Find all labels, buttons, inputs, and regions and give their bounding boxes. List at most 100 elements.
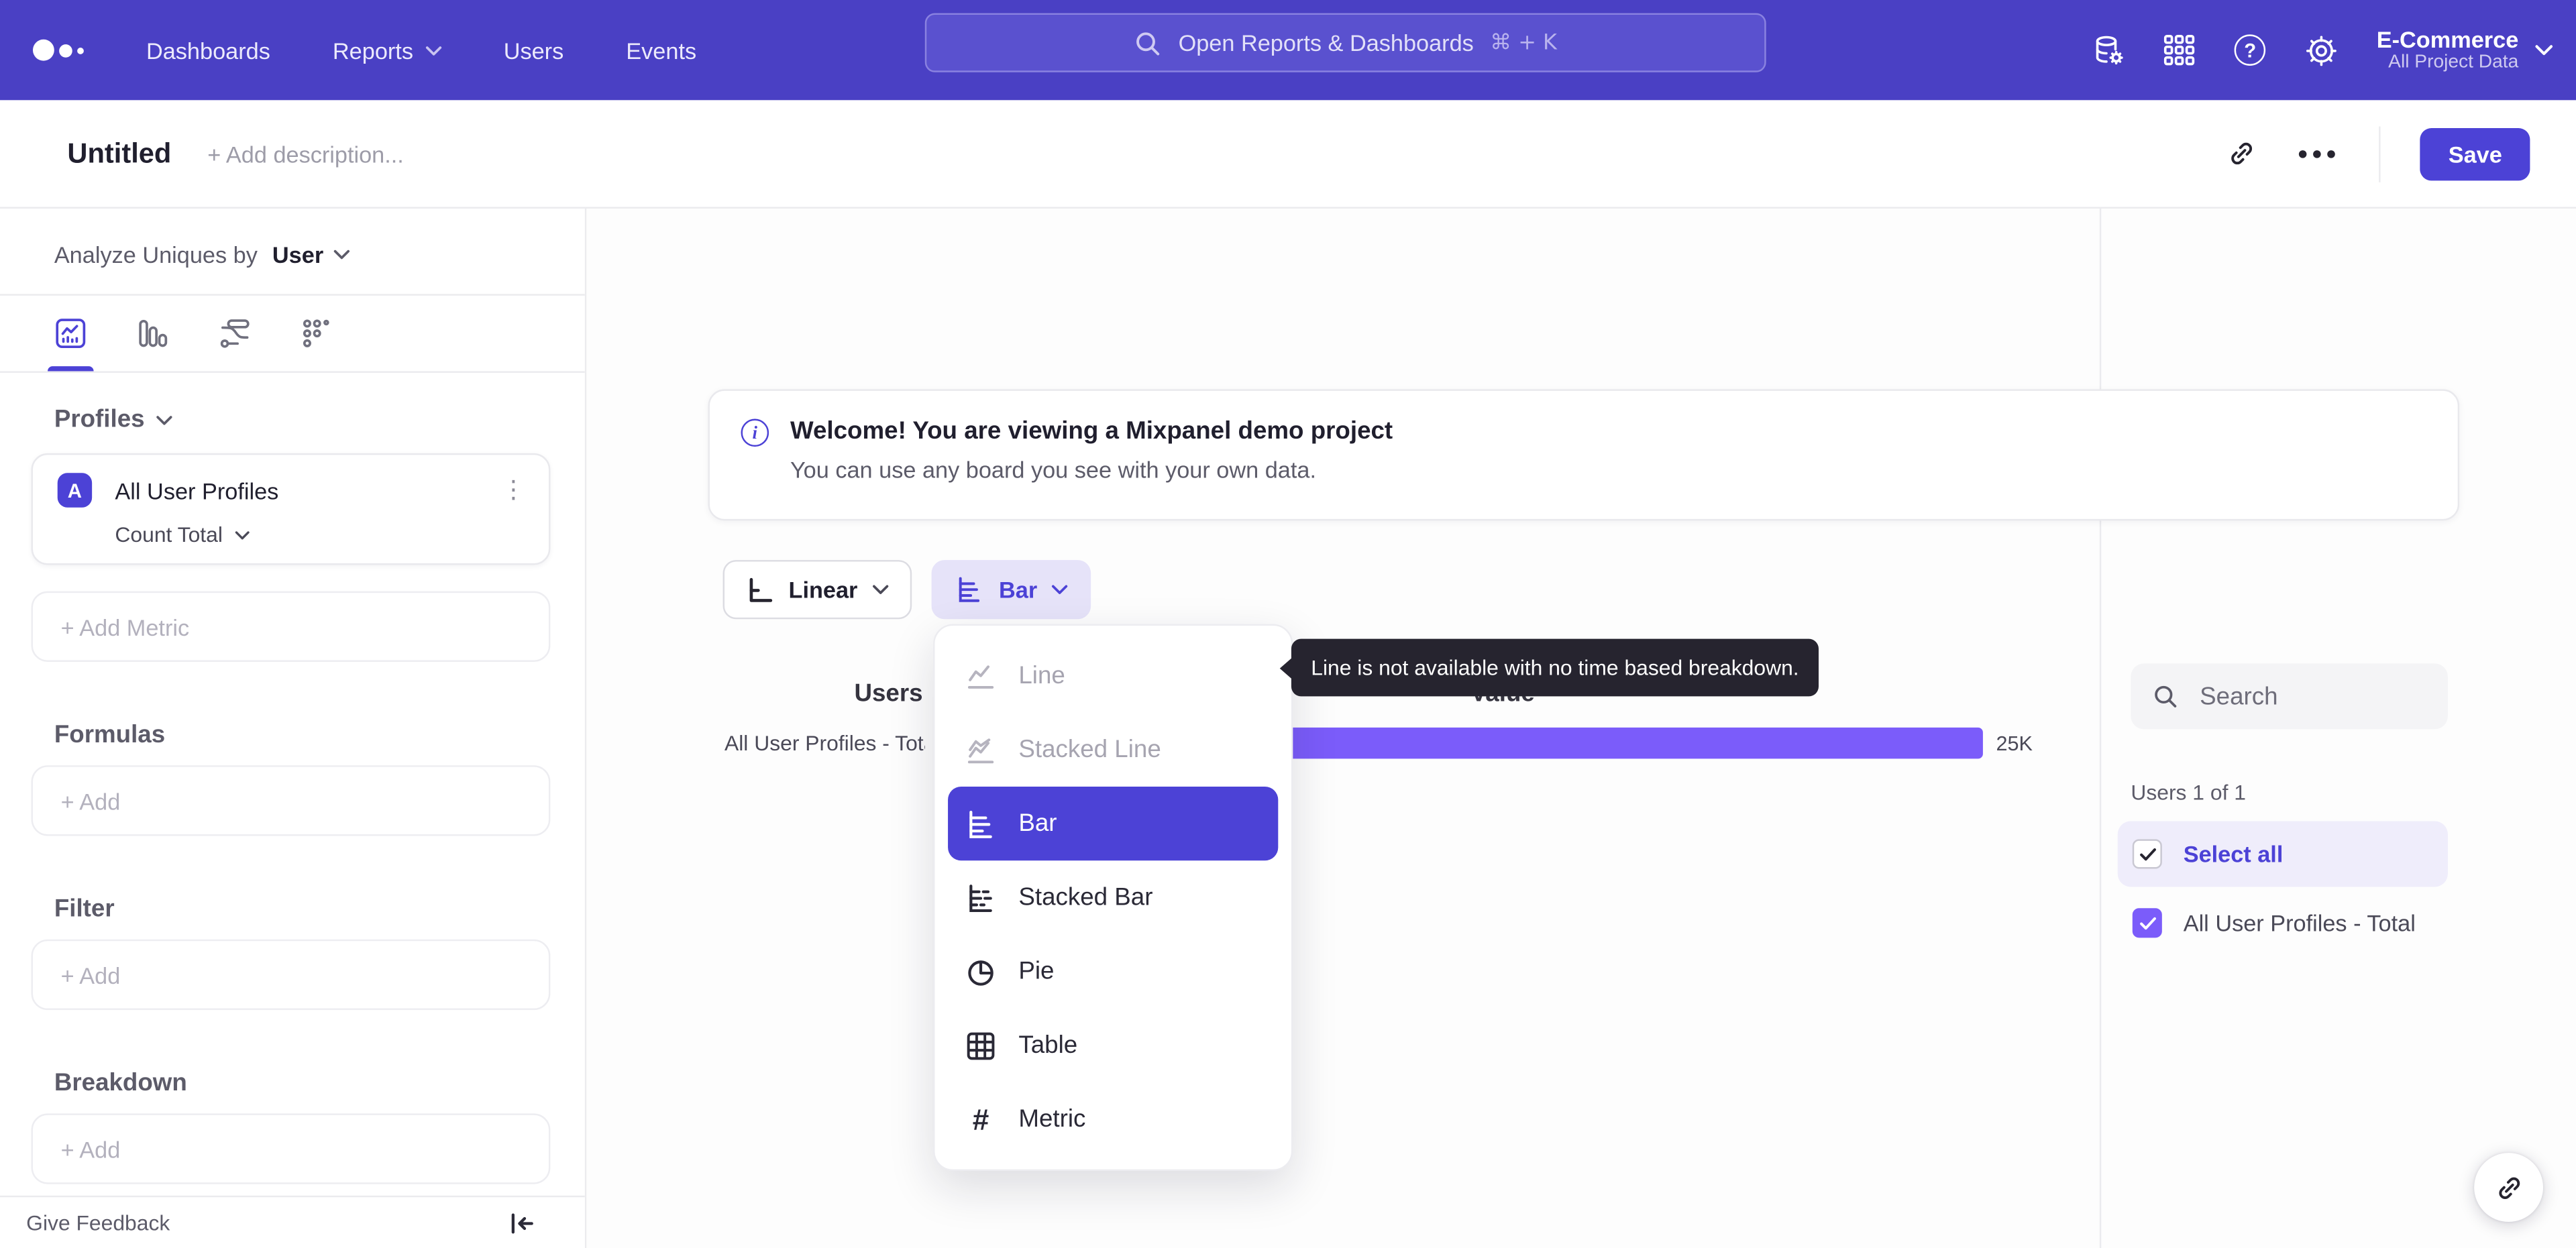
- question-mark-glyph: ?: [2234, 34, 2266, 66]
- add-filter-button[interactable]: + Add: [31, 939, 551, 1011]
- search-shortcut: ⌘ + K: [1490, 30, 1557, 56]
- profiles-section-header[interactable]: Profiles: [54, 406, 585, 434]
- analyze-prefix-label: Analyze Uniques by: [54, 241, 258, 268]
- copy-url-floating-button[interactable]: [2474, 1153, 2544, 1223]
- series-checkbox[interactable]: [2132, 908, 2162, 938]
- collapse-sidebar-icon[interactable]: [509, 1211, 535, 1234]
- analyze-value-dropdown[interactable]: User: [272, 241, 323, 268]
- more-options-button[interactable]: ●●●: [2298, 144, 2341, 163]
- formulas-heading-label: Formulas: [54, 721, 166, 749]
- app-window: Dashboards Reports Users Events Open Rep…: [0, 0, 2576, 1248]
- insights-chart-icon: [56, 319, 86, 349]
- legend-search-input[interactable]: [2196, 681, 2410, 712]
- bar-value-label: 25K: [1996, 732, 2033, 756]
- report-title[interactable]: Untitled: [67, 137, 171, 170]
- retention-dots-icon: [303, 319, 329, 347]
- tab-funnels[interactable]: [112, 296, 194, 372]
- menu-item-label: Table: [1018, 1031, 1078, 1060]
- metric-card[interactable]: A All User Profiles ⋮ Count Total: [31, 453, 551, 565]
- legend-panel: Users 1 of 1 Select all All User Profile…: [2099, 209, 2576, 1248]
- menu-item-stacked-bar[interactable]: Stacked Bar: [948, 860, 1278, 934]
- global-search-placeholder: Open Reports & Dashboards: [1178, 30, 1474, 56]
- nav-item-label: Events: [626, 37, 697, 64]
- chart-type-selector-button[interactable]: Bar: [931, 560, 1092, 620]
- menu-item-line[interactable]: Line: [948, 639, 1278, 713]
- stacked-bar-chart-icon: [969, 883, 992, 911]
- menu-item-label: Line: [1018, 661, 1065, 690]
- menu-item-metric[interactable]: # Metric: [948, 1082, 1278, 1156]
- tooltip: Line is not available with no time based…: [1279, 638, 1819, 697]
- report-type-tabs: [0, 296, 585, 372]
- nav-item-events[interactable]: Events: [626, 37, 696, 63]
- legend-count-label: Users 1 of 1: [2131, 780, 2246, 805]
- tab-retention[interactable]: [276, 296, 358, 372]
- settings-gear-icon[interactable]: [2303, 32, 2339, 68]
- line-chart-icon: [967, 665, 994, 688]
- data-management-icon[interactable]: [2091, 32, 2127, 68]
- menu-item-label: Metric: [1018, 1105, 1086, 1133]
- top-nav-right: ? E-Commerce All Project Data: [2091, 0, 2553, 100]
- query-sidebar: Analyze Uniques by User Profiles A All U…: [0, 209, 587, 1248]
- menu-item-pie[interactable]: Pie: [948, 934, 1278, 1008]
- flows-icon: [220, 319, 250, 348]
- add-metric-label: + Add Metric: [60, 613, 190, 640]
- global-search-bar[interactable]: Open Reports & Dashboards ⌘ + K: [924, 13, 1766, 72]
- scale-label: Linear: [788, 576, 858, 603]
- give-feedback-link[interactable]: Give Feedback: [26, 1210, 170, 1235]
- project-switcher[interactable]: E-Commerce All Project Data: [2377, 26, 2553, 74]
- chevron-down-icon: [873, 585, 889, 594]
- nav-item-users[interactable]: Users: [504, 37, 564, 63]
- aggregation-dropdown[interactable]: Count Total: [115, 522, 525, 547]
- add-formula-button[interactable]: + Add: [31, 765, 551, 836]
- chevron-down-icon: [2535, 45, 2553, 56]
- breakdown-heading-label: Breakdown: [54, 1069, 187, 1097]
- add-metric-button[interactable]: + Add Metric: [31, 591, 551, 662]
- menu-item-stacked-line[interactable]: Stacked Line: [948, 713, 1278, 787]
- select-all-checkbox[interactable]: [2132, 839, 2162, 869]
- menu-item-table[interactable]: Table: [948, 1009, 1278, 1082]
- menu-item-label: Stacked Line: [1018, 736, 1161, 764]
- check-icon: [2139, 916, 2155, 929]
- add-breakdown-button[interactable]: + Add: [31, 1113, 551, 1184]
- apps-grid-icon[interactable]: [2161, 32, 2198, 68]
- profiles-heading-label: Profiles: [54, 405, 145, 434]
- add-description-field[interactable]: + Add description...: [207, 140, 404, 166]
- top-nav: Dashboards Reports Users Events Open Rep…: [0, 0, 2576, 101]
- chevron-down-icon[interactable]: [333, 249, 350, 260]
- menu-item-label: Bar: [1018, 809, 1057, 838]
- nav-item-dashboards[interactable]: Dashboards: [146, 37, 270, 63]
- chevron-down-icon: [156, 414, 172, 424]
- banner-title: Welcome! You are viewing a Mixpanel demo…: [790, 417, 1393, 445]
- project-name: E-Commerce: [2376, 25, 2519, 52]
- search-icon: [2155, 685, 2177, 707]
- select-all-label: Select all: [2183, 840, 2284, 868]
- mixpanel-logo-icon[interactable]: [32, 39, 84, 61]
- help-icon[interactable]: ?: [2232, 32, 2268, 68]
- project-info: E-Commerce All Project Data: [2377, 26, 2519, 74]
- kebab-menu-icon[interactable]: ⋮: [501, 478, 526, 503]
- title-bar-actions: ●●● Save: [2226, 125, 2530, 182]
- tab-insights[interactable]: [30, 296, 111, 372]
- menu-item-label: Stacked Bar: [1018, 883, 1153, 912]
- check-icon: [2139, 847, 2155, 860]
- filter-heading-label: Filter: [54, 895, 115, 923]
- add-label: + Add: [60, 1135, 121, 1162]
- scale-selector-button[interactable]: Linear: [722, 560, 912, 620]
- hash-metric-icon: #: [972, 1102, 989, 1136]
- copy-link-icon[interactable]: [2226, 138, 2258, 170]
- nav-item-reports[interactable]: Reports: [333, 37, 441, 63]
- metric-name[interactable]: All User Profiles: [115, 477, 278, 503]
- legend-search-box[interactable]: [2131, 663, 2448, 730]
- nav-item-label: Reports: [332, 37, 413, 64]
- chevron-down-icon: [1052, 585, 1069, 594]
- search-icon: [1136, 32, 1160, 55]
- report-canvas: i Welcome! You are viewing a Mixpanel de…: [586, 209, 2460, 1248]
- chart-type-label: Bar: [999, 576, 1038, 603]
- linear-scale-icon: [749, 577, 773, 602]
- save-button[interactable]: Save: [2420, 127, 2530, 180]
- chart-type-dropdown: Line Stacked Line Bar Stacked Bar Pie Ta…: [933, 624, 1293, 1172]
- menu-item-bar[interactable]: Bar: [948, 787, 1279, 861]
- select-all-row[interactable]: Select all: [2117, 821, 2448, 887]
- tab-flows[interactable]: [194, 296, 276, 372]
- legend-series-row[interactable]: All User Profiles - Total: [2118, 890, 2448, 956]
